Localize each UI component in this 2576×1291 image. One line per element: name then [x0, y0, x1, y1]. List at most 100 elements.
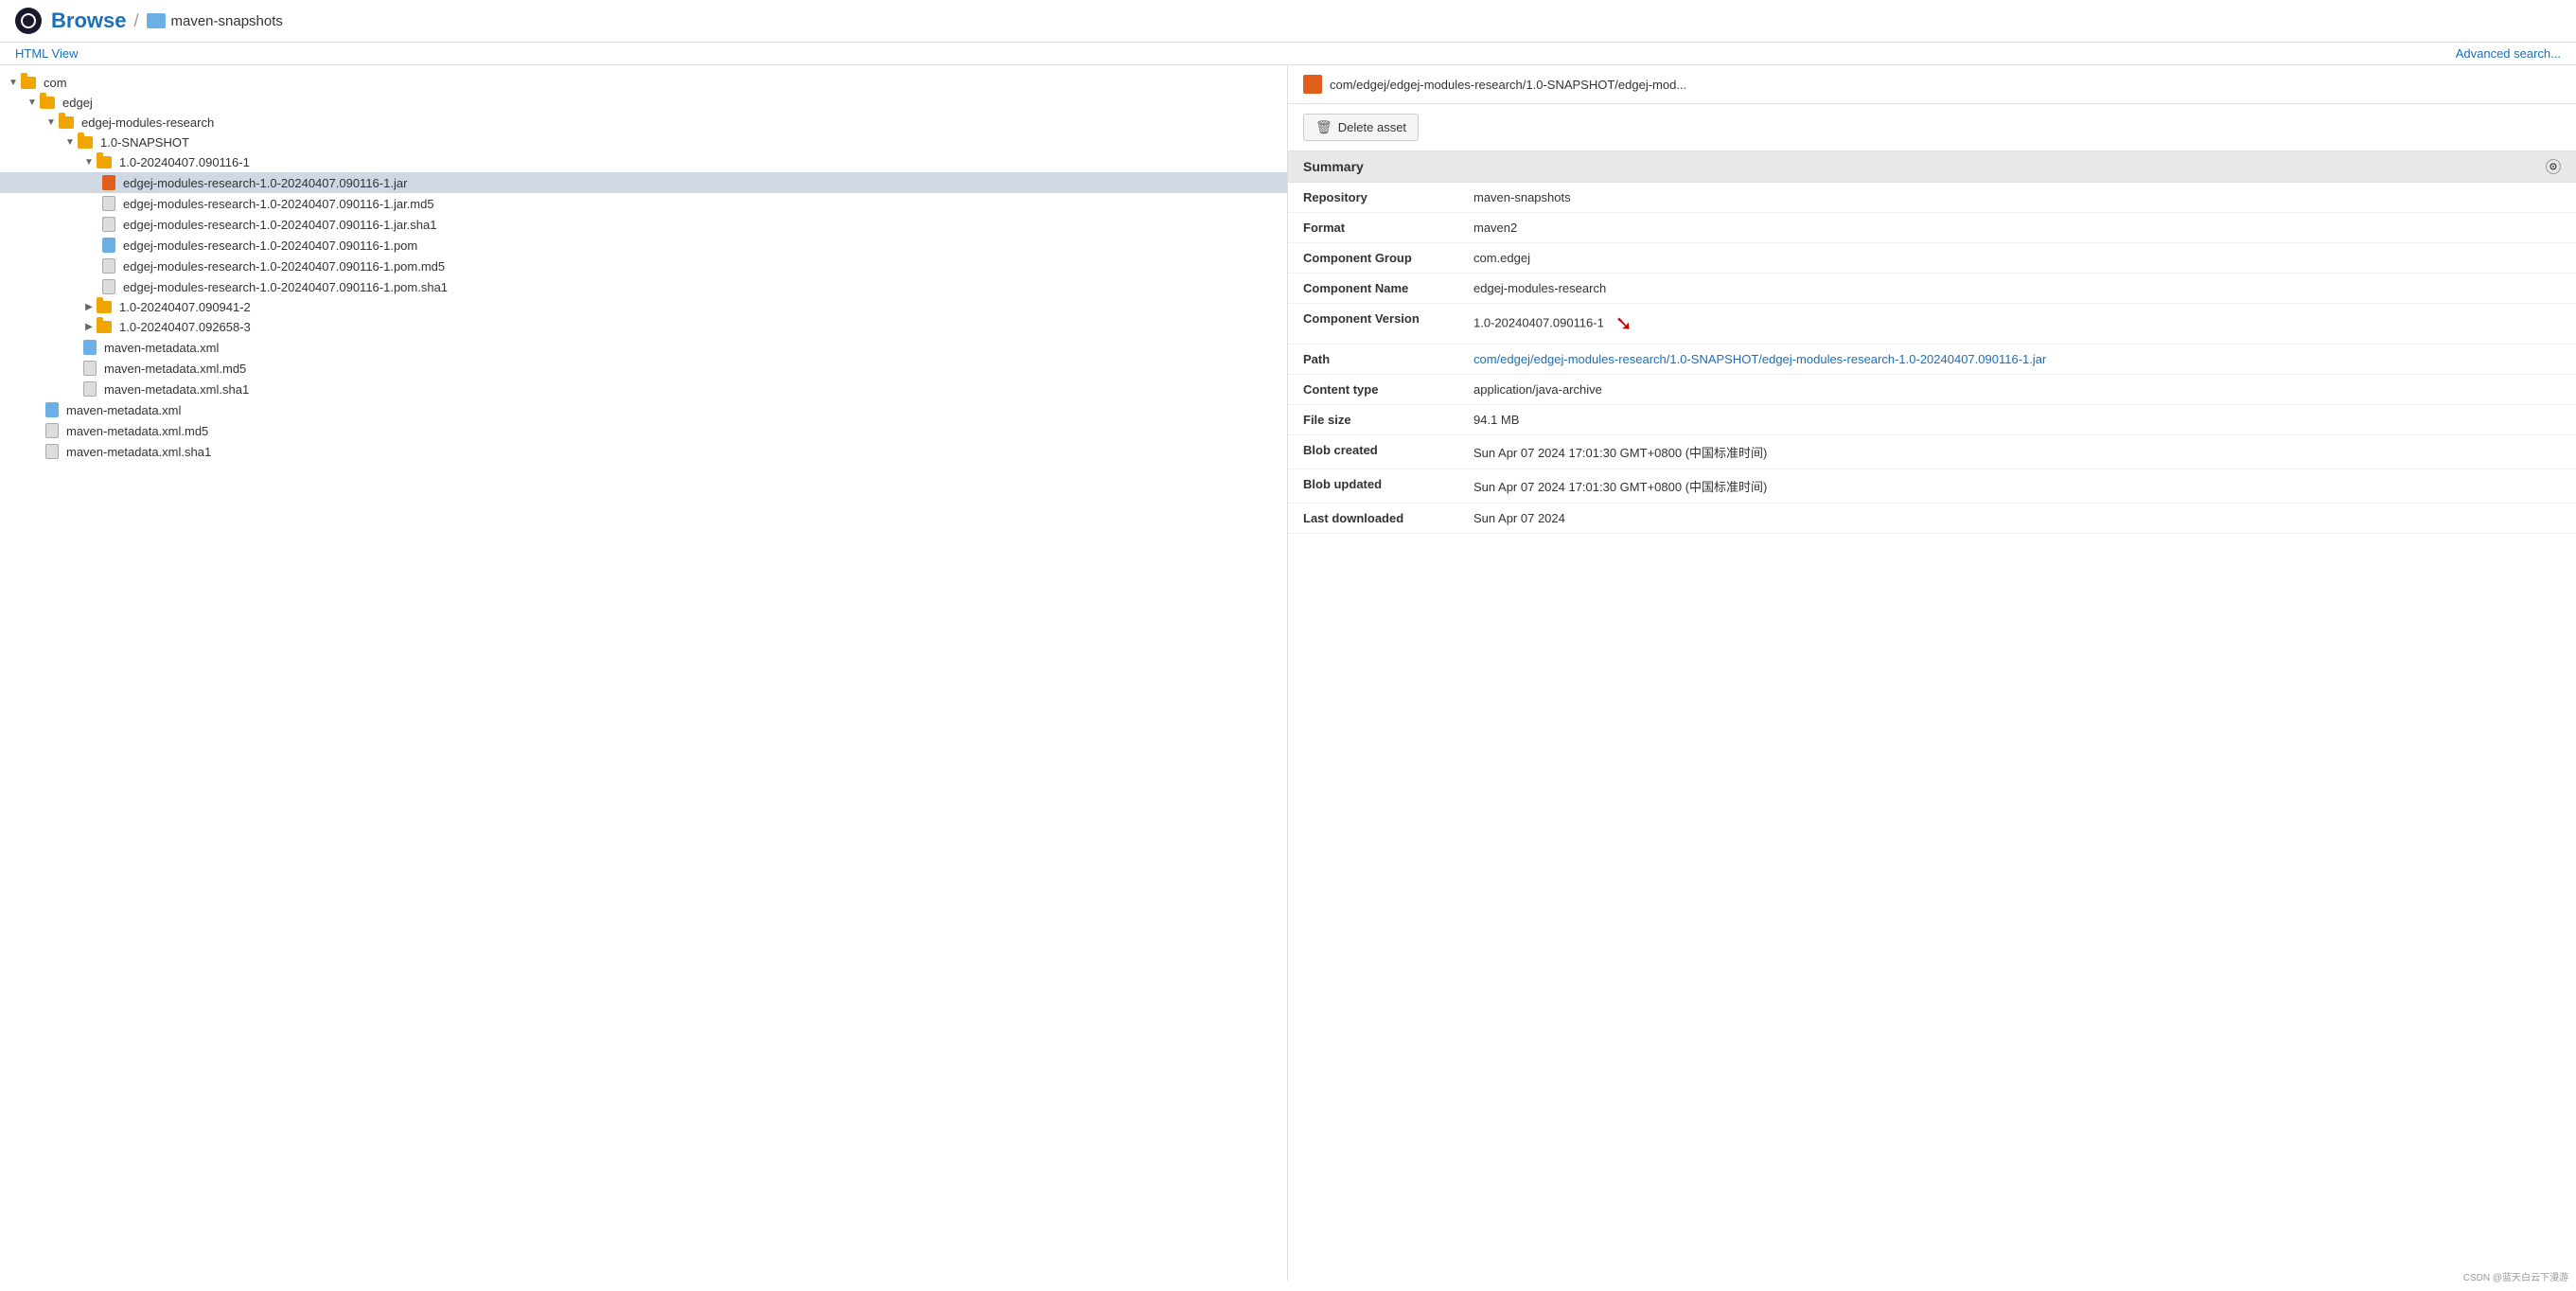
delete-button-label: Delete asset	[1338, 120, 1406, 134]
tree-item-label: maven-metadata.xml	[104, 341, 219, 355]
tree-item-jar-md5[interactable]: edgej-modules-research-1.0-20240407.0901…	[0, 193, 1287, 214]
expand-icon: ▶	[83, 302, 95, 312]
jar-icon	[102, 175, 115, 190]
field-label-last_downloaded: Last downloaded	[1288, 504, 1458, 534]
tree-item-1.0-20240407.090941-2-folder[interactable]: ▶ 1.0-20240407.090941-2	[0, 297, 1287, 317]
field-value-file_size: 94.1 MB	[1458, 405, 2576, 435]
tree-item-label: 1.0-20240407.090941-2	[119, 300, 251, 314]
tree-item-label: edgej	[62, 96, 93, 110]
field-value-blob_created: Sun Apr 07 2024 17:01:30 GMT+0800 (中国标准时…	[1458, 435, 2576, 469]
file-tree: ▼ com▼ edgej▼ edgej-modules-research▼ 1.…	[0, 65, 1288, 1281]
navbar-right: Advanced search...	[2456, 46, 2561, 61]
app-logo	[15, 8, 42, 34]
trash-icon: 🗑	[1315, 119, 1332, 135]
summary-header: Summary ⊙	[1288, 150, 2576, 183]
tree-item-label: maven-metadata.xml.md5	[104, 362, 246, 376]
field-label-component_group: Component Group	[1288, 243, 1458, 274]
tree-item-label: com	[44, 76, 67, 90]
expand-icon: ▼	[26, 97, 38, 108]
tree-item-label: 1.0-20240407.090116-1	[119, 155, 250, 169]
app-header: Browse / maven-snapshots	[0, 0, 2576, 43]
field-label-path: Path	[1288, 345, 1458, 375]
expand-icon: ▶	[83, 322, 95, 332]
tree-item-1.0-SNAPSHOT[interactable]: ▼ 1.0-SNAPSHOT	[0, 133, 1287, 152]
hash-icon	[83, 381, 97, 397]
pom-icon	[102, 238, 115, 253]
tree-item-label: maven-metadata.xml.sha1	[104, 382, 249, 397]
tree-item-label: edgej-modules-research-1.0-20240407.0901…	[123, 259, 445, 274]
asset-header-title: com/edgej/edgej-modules-research/1.0-SNA…	[1330, 78, 1686, 92]
summary-row-repository: Repositorymaven-snapshots	[1288, 183, 2576, 213]
tree-item-label: edgej-modules-research	[81, 115, 214, 130]
tree-item-maven-metadata-sha1[interactable]: maven-metadata.xml.sha1	[0, 379, 1287, 399]
folder-icon	[78, 136, 93, 149]
collapse-button[interactable]: ⊙	[2546, 159, 2561, 174]
hash-icon	[83, 361, 97, 376]
tree-item-maven-metadata-xml[interactable]: maven-metadata.xml	[0, 337, 1287, 358]
expand-icon: ▼	[8, 78, 19, 88]
right-panel: com/edgej/edgej-modules-research/1.0-SNA…	[1288, 65, 2576, 1281]
hash-icon	[45, 423, 59, 438]
repo-breadcrumb: maven-snapshots	[147, 13, 283, 29]
tree-item-com[interactable]: ▼ com	[0, 73, 1287, 93]
tree-item-root-maven-metadata-xml[interactable]: maven-metadata.xml	[0, 399, 1287, 420]
tree-item-jar-file[interactable]: edgej-modules-research-1.0-20240407.0901…	[0, 172, 1287, 193]
tree-item-maven-metadata-md5[interactable]: maven-metadata.xml.md5	[0, 358, 1287, 379]
summary-table: Repositorymaven-snapshotsFormatmaven2Com…	[1288, 183, 2576, 534]
version-arrow: ➘	[1614, 311, 1632, 336]
summary-row-blob_created: Blob createdSun Apr 07 2024 17:01:30 GMT…	[1288, 435, 2576, 469]
tree-item-pom-md5[interactable]: edgej-modules-research-1.0-20240407.0901…	[0, 256, 1287, 276]
field-value-format: maven2	[1458, 213, 2576, 243]
tree-item-1.0-20240407.092658-3-folder[interactable]: ▶ 1.0-20240407.092658-3	[0, 317, 1287, 337]
hash-icon	[102, 279, 115, 294]
summary-row-content_type: Content typeapplication/java-archive	[1288, 375, 2576, 405]
tree-item-root-maven-metadata-sha1[interactable]: maven-metadata.xml.sha1	[0, 441, 1287, 462]
hash-icon	[102, 217, 115, 232]
summary-row-last_downloaded: Last downloadedSun Apr 07 2024	[1288, 504, 2576, 534]
tree-item-jar-sha1[interactable]: edgej-modules-research-1.0-20240407.0901…	[0, 214, 1287, 235]
tree-item-label: edgej-modules-research-1.0-20240407.0901…	[123, 218, 436, 232]
field-label-file_size: File size	[1288, 405, 1458, 435]
summary-title: Summary	[1303, 159, 1364, 174]
tree-item-root-maven-metadata-md5[interactable]: maven-metadata.xml.md5	[0, 420, 1287, 441]
summary-row-component_name: Component Nameedgej-modules-research	[1288, 274, 2576, 304]
hash-icon	[102, 258, 115, 274]
folder-icon	[97, 321, 112, 333]
path-link[interactable]: com/edgej/edgej-modules-research/1.0-SNA…	[1473, 352, 2046, 366]
tree-item-label: edgej-modules-research-1.0-20240407.0901…	[123, 280, 448, 294]
advanced-search-link[interactable]: Advanced search...	[2456, 46, 2561, 61]
field-value-path[interactable]: com/edgej/edgej-modules-research/1.0-SNA…	[1458, 345, 2576, 375]
app-title: Browse	[51, 9, 126, 33]
folder-icon	[97, 301, 112, 313]
tree-item-label: maven-metadata.xml	[66, 403, 181, 417]
tree-item-label: maven-metadata.xml.sha1	[66, 445, 211, 459]
field-value-component_name: edgej-modules-research	[1458, 274, 2576, 304]
expand-icon: ▼	[45, 117, 57, 128]
tree-item-label: edgej-modules-research-1.0-20240407.0901…	[123, 176, 407, 190]
asset-jar-icon	[1303, 75, 1322, 94]
html-view-link[interactable]: HTML View	[15, 46, 78, 61]
tree-item-label: edgej-modules-research-1.0-20240407.0901…	[123, 239, 417, 253]
tree-item-1.0-20240407.090116-1-folder[interactable]: ▼ 1.0-20240407.090116-1	[0, 152, 1287, 172]
tree-item-pom-sha1[interactable]: edgej-modules-research-1.0-20240407.0901…	[0, 276, 1287, 297]
field-value-last_downloaded: Sun Apr 07 2024	[1458, 504, 2576, 534]
hash-icon	[45, 444, 59, 459]
repo-name: maven-snapshots	[171, 13, 283, 29]
hash-icon	[102, 196, 115, 211]
navbar: HTML View Advanced search...	[0, 43, 2576, 65]
summary-row-blob_updated: Blob updatedSun Apr 07 2024 17:01:30 GMT…	[1288, 469, 2576, 504]
summary-row-component_group: Component Groupcom.edgej	[1288, 243, 2576, 274]
summary-row-file_size: File size94.1 MB	[1288, 405, 2576, 435]
summary-row-path: Path com/edgej/edgej-modules-research/1.0…	[1288, 345, 2576, 375]
tree-item-pom-file[interactable]: edgej-modules-research-1.0-20240407.0901…	[0, 235, 1287, 256]
footer-watermark: CSDN @蓝天白云下漫游	[2463, 1269, 2568, 1283]
xml-icon	[45, 402, 59, 417]
header-separator: /	[133, 11, 138, 31]
delete-asset-button[interactable]: 🗑 Delete asset	[1303, 114, 1419, 141]
field-label-content_type: Content type	[1288, 375, 1458, 405]
tree-item-label: edgej-modules-research-1.0-20240407.0901…	[123, 197, 434, 211]
field-label-repository: Repository	[1288, 183, 1458, 213]
tree-item-edgej-modules-research[interactable]: ▼ edgej-modules-research	[0, 113, 1287, 133]
field-value-repository: maven-snapshots	[1458, 183, 2576, 213]
tree-item-edgej[interactable]: ▼ edgej	[0, 93, 1287, 113]
